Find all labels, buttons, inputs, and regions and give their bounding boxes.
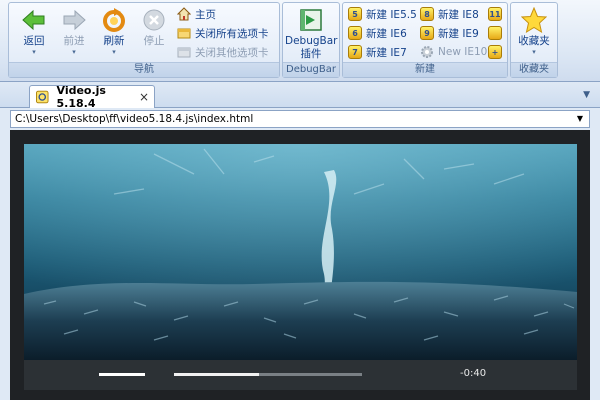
video-player[interactable] <box>24 144 577 360</box>
nav-group: 返回 ▾ 前进 ▾ 刷新 ▾ 停止 主页 关闭所有选项卡 关闭其他选项卡 导航 <box>8 2 280 78</box>
favorites-group: 收藏夹 ▾ 收藏夹 <box>510 2 558 78</box>
close-all-tabs-button[interactable]: 关闭所有选项卡 <box>177 24 269 42</box>
forward-arrow-icon <box>63 9 86 31</box>
back-arrow-icon <box>22 9 45 31</box>
new-ie-add-button[interactable]: + <box>488 43 506 61</box>
address-bar[interactable]: C:\Users\Desktop\ff\video5.18.4.js\index… <box>10 110 590 128</box>
progress-fill <box>174 373 259 376</box>
debugbar-icon <box>300 9 322 31</box>
ie6-icon: 6 <box>348 26 362 40</box>
close-all-tabs-icon <box>177 28 191 39</box>
new-ie7-label: 新建 IE7 <box>366 46 407 59</box>
ie8-icon: 8 <box>420 7 434 21</box>
ie11-icon: 11 <box>488 7 502 21</box>
debugbar-group: DebugBar 插件 ▾ DebugBar <box>282 2 340 78</box>
new-ie9-label: 新建 IE9 <box>438 27 479 40</box>
favorites-dropdown-icon[interactable]: ▾ <box>513 48 555 56</box>
refresh-icon <box>103 8 125 32</box>
address-input[interactable]: C:\Users\Desktop\ff\video5.18.4.js\index… <box>15 113 253 125</box>
new-ie7-button[interactable]: 7 新建 IE7 <box>348 43 407 61</box>
volume-level <box>99 373 145 376</box>
debugbar-label-line1: DebugBar <box>285 35 338 47</box>
video-frame-image <box>24 144 577 360</box>
progress-bar[interactable] <box>174 373 362 376</box>
home-label: 主页 <box>195 8 216 21</box>
close-other-tabs-label: 关闭其他选项卡 <box>195 46 269 59</box>
new-ie10-button[interactable]: New IE10 <box>420 43 487 61</box>
tab-videojs[interactable]: Video.js 5.18.4 × <box>29 84 155 110</box>
forward-button[interactable]: 前进 ▾ <box>57 5 91 56</box>
star-icon <box>521 7 547 33</box>
ie-page-icon <box>36 90 49 104</box>
close-all-tabs-label: 关闭所有选项卡 <box>195 27 269 40</box>
back-dropdown-icon[interactable]: ▾ <box>17 48 51 56</box>
ie10-gear-icon <box>421 46 433 58</box>
favorites-group-label: 收藏夹 <box>511 62 557 77</box>
close-other-tabs-button[interactable]: 关闭其他选项卡 <box>177 43 269 61</box>
tab-list-dropdown-icon[interactable]: ▼ <box>583 90 590 100</box>
new-ie55-label: 新建 IE5.5 <box>366 8 417 21</box>
refresh-button[interactable]: 刷新 ▾ <box>97 5 131 56</box>
address-dropdown-icon[interactable]: ▼ <box>577 114 583 123</box>
nav-group-label: 导航 <box>9 62 279 77</box>
new-ie11-button[interactable]: 11 <box>488 5 506 23</box>
tab-title: Video.js 5.18.4 <box>56 84 106 110</box>
stop-icon <box>143 9 165 31</box>
new-ie6-label: 新建 IE6 <box>366 27 407 40</box>
tab-strip: Video.js 5.18.4 × ▼ <box>0 82 600 110</box>
page-content: -0:40 <box>10 130 590 400</box>
video-control-bar: -0:40 <box>24 360 577 390</box>
new-ie8-label: 新建 IE8 <box>438 8 479 21</box>
debugbar-group-label: DebugBar <box>283 62 339 77</box>
back-button[interactable]: 返回 ▾ <box>17 5 51 56</box>
favorites-button[interactable]: 收藏夹 ▾ <box>513 5 555 56</box>
new-ie-extra-button[interactable] <box>488 24 506 42</box>
favorites-label: 收藏夹 <box>518 35 550 47</box>
stop-label: 停止 <box>143 35 165 47</box>
forward-label: 前进 <box>63 35 85 47</box>
refresh-dropdown-icon[interactable]: ▾ <box>97 48 131 56</box>
ie9-icon: 9 <box>420 26 434 40</box>
tab-close-icon[interactable]: × <box>139 90 149 104</box>
remaining-time: -0:40 <box>460 368 487 379</box>
ie55-icon: 5 <box>348 7 362 21</box>
home-button[interactable]: 主页 <box>177 5 216 23</box>
new-ie9-button[interactable]: 9 新建 IE9 <box>420 24 479 42</box>
ribbon-toolbar: 返回 ▾ 前进 ▾ 刷新 ▾ 停止 主页 关闭所有选项卡 关闭其他选项卡 导航 … <box>0 0 600 82</box>
new-ie55-button[interactable]: 5 新建 IE5.5 <box>348 5 417 23</box>
stop-button[interactable]: 停止 <box>137 5 171 48</box>
new-group: 5 新建 IE5.5 6 新建 IE6 7 新建 IE7 8 新建 IE8 9 … <box>342 2 508 78</box>
refresh-label: 刷新 <box>103 35 125 47</box>
new-group-label: 新建 <box>343 62 507 77</box>
ie-extra-icon <box>488 26 502 40</box>
forward-dropdown-icon[interactable]: ▾ <box>57 48 91 56</box>
new-ie10-label: New IE10 <box>438 46 488 58</box>
home-icon <box>177 7 191 21</box>
new-ie6-button[interactable]: 6 新建 IE6 <box>348 24 407 42</box>
ie-add-icon: + <box>488 45 502 59</box>
new-ie8-button[interactable]: 8 新建 IE8 <box>420 5 479 23</box>
back-label: 返回 <box>23 35 45 47</box>
debugbar-label-line2: 插件 <box>300 48 322 60</box>
debugbar-plugin-button[interactable]: DebugBar 插件 ▾ <box>285 5 338 69</box>
volume-slider[interactable] <box>99 373 145 376</box>
ie7-icon: 7 <box>348 45 362 59</box>
close-other-tabs-icon <box>177 47 191 58</box>
